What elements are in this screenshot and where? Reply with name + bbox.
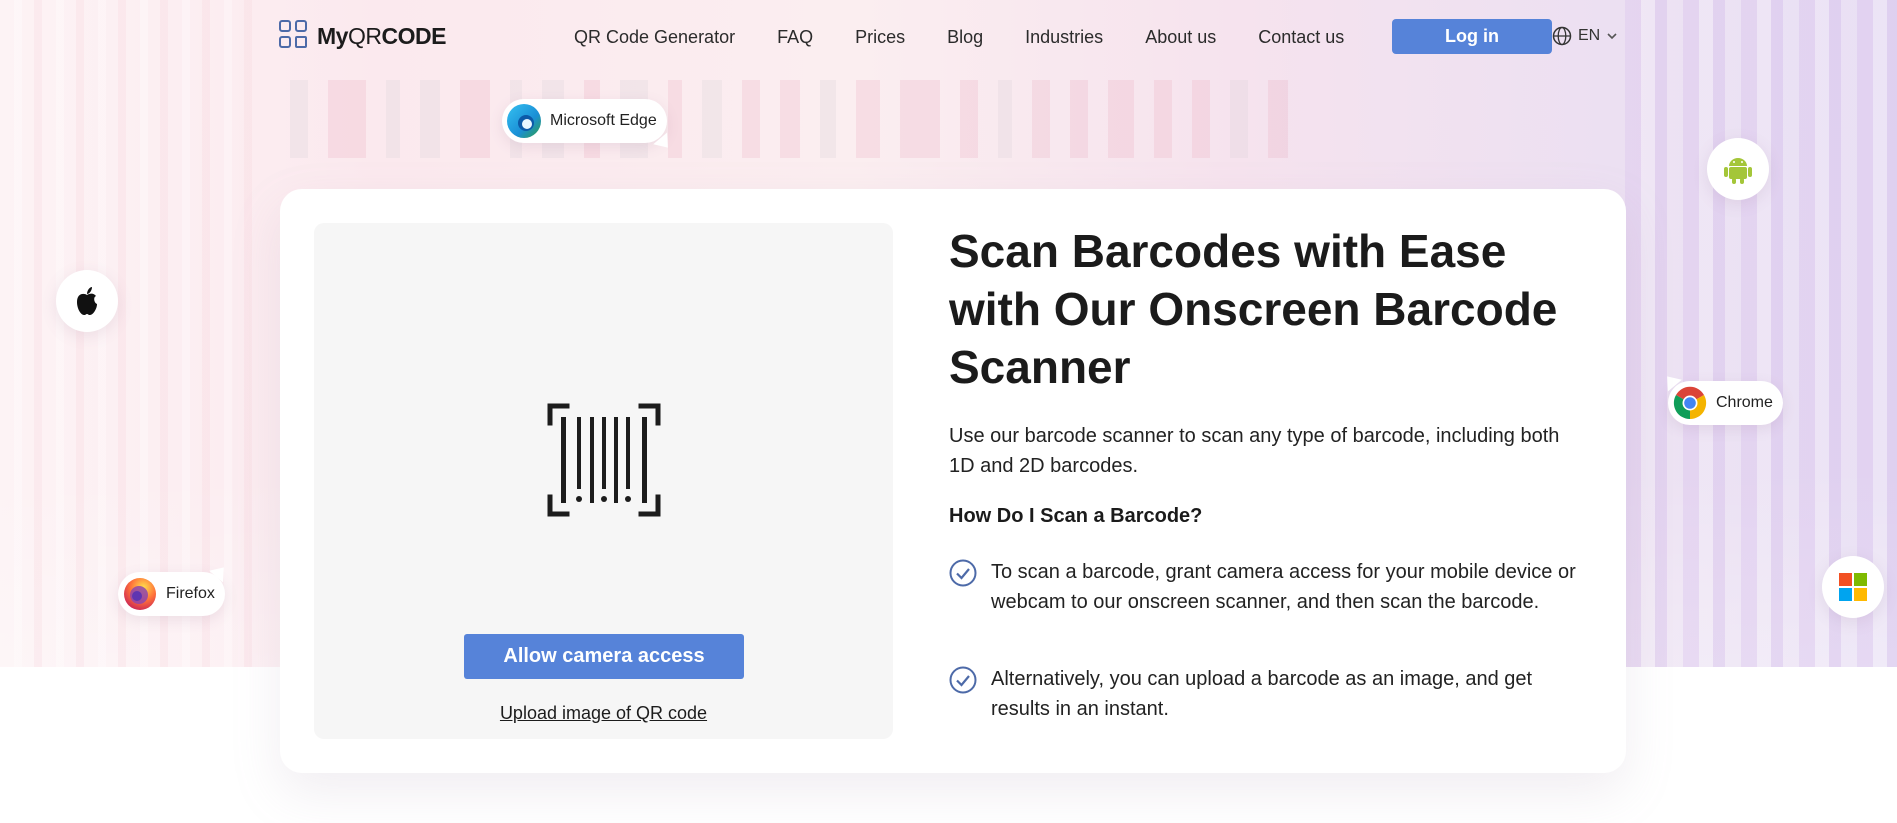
step-item: Alternatively, you can upload a barcode … xyxy=(949,664,1589,724)
edge-badge: Microsoft Edge xyxy=(502,99,675,154)
logo-text: MyQRCODE xyxy=(317,22,446,49)
site-logo[interactable]: MyQRCODE xyxy=(279,20,446,52)
allow-camera-button[interactable]: Allow camera access xyxy=(464,634,744,679)
check-circle-icon xyxy=(949,559,977,587)
nav-contact-us[interactable]: Contact us xyxy=(1258,25,1344,49)
android-badge xyxy=(1707,138,1769,200)
how-to-heading: How Do I Scan a Barcode? xyxy=(949,505,1203,527)
chrome-label: Chrome xyxy=(1716,394,1773,411)
nav-faq[interactable]: FAQ xyxy=(777,25,813,49)
windows-icon xyxy=(1839,573,1867,601)
login-button[interactable]: Log in xyxy=(1392,19,1552,54)
firefox-label: Firefox xyxy=(166,585,215,602)
language-label: EN xyxy=(1578,27,1601,44)
firefox-badge: Firefox xyxy=(118,561,231,616)
intro-text: Use our barcode scanner to scan any type… xyxy=(949,425,1560,477)
chevron-down-icon xyxy=(1607,33,1617,40)
apple-badge xyxy=(56,270,118,332)
step-item: To scan a barcode, grant camera access f… xyxy=(949,557,1589,617)
nav-about-us[interactable]: About us xyxy=(1145,25,1216,49)
upload-image-link[interactable]: Upload image of QR code xyxy=(314,703,893,724)
chrome-icon xyxy=(1673,386,1707,420)
nav-qr-code-generator[interactable]: QR Code Generator xyxy=(574,25,735,49)
check-circle-icon xyxy=(949,666,977,694)
nav-prices[interactable]: Prices xyxy=(855,25,905,49)
chrome-badge: Chrome xyxy=(1660,370,1783,425)
main-nav: QR Code Generator FAQ Prices Blog Indust… xyxy=(574,25,1386,49)
page-title: Scan Barcodes with Ease with Our Onscree… xyxy=(949,225,1558,393)
scanner-panel: Allow camera access Upload image of QR c… xyxy=(314,223,893,739)
edge-icon xyxy=(507,104,541,138)
apple-icon xyxy=(77,287,97,315)
qr-logo-icon xyxy=(279,20,311,52)
firefox-icon xyxy=(124,578,156,610)
language-selector[interactable]: EN xyxy=(1552,26,1618,46)
edge-label: Microsoft Edge xyxy=(550,112,657,129)
decorative-barcode-bars xyxy=(290,80,1610,158)
step-text: Alternatively, you can upload a barcode … xyxy=(991,668,1533,720)
step-text: To scan a barcode, grant camera access f… xyxy=(991,561,1576,613)
barcode-scan-icon xyxy=(547,403,661,517)
nav-industries[interactable]: Industries xyxy=(1025,25,1103,49)
globe-icon xyxy=(1552,26,1572,46)
windows-badge xyxy=(1822,556,1884,618)
nav-blog[interactable]: Blog xyxy=(947,25,983,49)
android-icon xyxy=(1724,158,1752,184)
scanner-card: Allow camera access Upload image of QR c… xyxy=(280,189,1626,773)
